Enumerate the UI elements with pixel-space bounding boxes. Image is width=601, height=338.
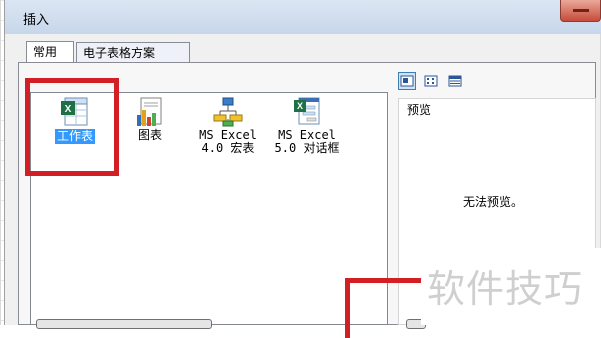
list-view-button[interactable]	[422, 72, 440, 90]
item-worksheet[interactable]: X 工作表	[51, 97, 99, 144]
item-label: 图表	[137, 128, 162, 142]
preview-label: 预览	[407, 103, 432, 117]
large-icons-icon	[400, 75, 414, 87]
large-icons-view-button[interactable]	[398, 72, 416, 90]
close-button[interactable]	[560, 0, 601, 22]
dialog-title: 插入	[23, 13, 50, 28]
tab-spreadsheet-solutions[interactable]: 电子表格方案	[76, 42, 190, 62]
macro-sheet-icon	[213, 97, 243, 127]
details-view-button[interactable]	[446, 72, 464, 90]
template-list: X 工作表 图表 MS Excel 4.0 宏表 X MS Excel 5.0 …	[30, 92, 388, 325]
item-chart[interactable]: 图表	[125, 97, 175, 142]
dialog-sheet-icon: X	[294, 97, 320, 125]
cancel-button[interactable]	[406, 319, 426, 329]
list-view-icon	[424, 75, 438, 87]
preview-empty-text: 无法预览。	[463, 195, 524, 209]
worksheet-icon: X	[61, 97, 88, 126]
title-bar: 插入	[5, 0, 601, 34]
details-view-icon	[448, 75, 462, 87]
item-ms-excel-4-macro[interactable]: MS Excel 4.0 宏表	[193, 97, 263, 155]
item-label: MS Excel 4.0 宏表	[199, 128, 257, 155]
tab-label: 电子表格方案	[83, 46, 156, 60]
item-ms-excel-5-dialog[interactable]: X MS Excel 5.0 对话框	[267, 97, 347, 155]
tab-label: 常用	[33, 45, 58, 59]
ok-button[interactable]	[36, 319, 212, 329]
item-label: MS Excel 5.0 对话框	[274, 128, 340, 155]
tab-general[interactable]: 常用	[26, 41, 74, 63]
svg-text:X: X	[297, 101, 303, 111]
svg-text:X: X	[65, 104, 72, 115]
preview-pane: 预览 无法预览。	[398, 98, 596, 325]
item-label: 工作表	[54, 129, 95, 144]
chart-icon	[137, 97, 162, 126]
